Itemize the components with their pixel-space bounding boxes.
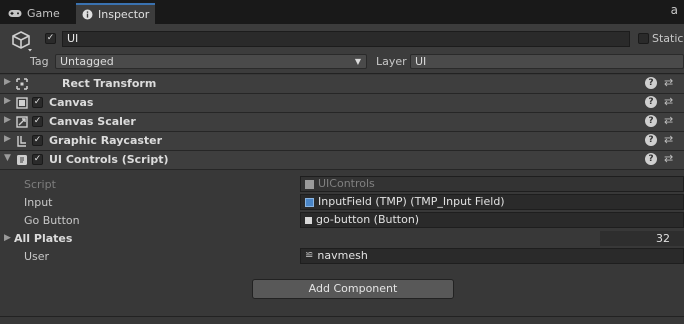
button-component-icon — [305, 216, 312, 224]
help-icon[interactable]: ? — [645, 153, 657, 165]
active-checkbox[interactable]: ✓ — [45, 33, 56, 44]
component-enabled-checkbox[interactable]: ✓ — [32, 135, 43, 146]
add-component-button[interactable]: Add Component — [252, 279, 454, 299]
prop-label-user: User — [24, 250, 50, 263]
layer-dropdown-value: UI — [415, 55, 427, 68]
component-title: UI Controls (Script) — [49, 153, 169, 166]
layer-dropdown[interactable]: UI — [410, 54, 684, 69]
foldout-arrow-icon[interactable]: ▶ — [4, 96, 11, 106]
tag-dropdown[interactable]: Untagged ▼ — [55, 54, 367, 69]
tab-bar: Game Inspector a — [0, 0, 684, 24]
rect-transform-icon — [16, 78, 28, 90]
settings-sliders-icon[interactable]: ⇄ — [664, 152, 673, 165]
component-graphic-raycaster[interactable]: ▶ ✓ Graphic Raycaster ? ⇄ — [0, 132, 684, 151]
input-object-field[interactable]: InputField (TMP) (TMP_Input Field) — [300, 194, 684, 210]
component-enabled-checkbox[interactable]: ✓ — [32, 154, 43, 165]
input-object-field-value: InputField (TMP) (TMP_Input Field) — [318, 195, 505, 208]
prop-label-input: Input — [24, 196, 53, 209]
gameobject-header: ✓ UI Static Tag Untagged ▼ Layer UI — [0, 24, 684, 74]
help-icon[interactable]: ? — [645, 77, 657, 89]
foldout-arrow-icon[interactable]: ▶ — [4, 233, 11, 243]
component-rect-transform[interactable]: ▶ Rect Transform ? ⇄ — [0, 75, 684, 94]
component-title: Rect Transform — [62, 77, 157, 90]
settings-sliders-icon[interactable]: ⇄ — [664, 114, 673, 127]
canvas-icon — [16, 97, 28, 109]
chevron-down-icon: ▼ — [354, 57, 361, 66]
go-button-object-field[interactable]: go-button (Button) — [300, 212, 684, 228]
gamepad-icon — [8, 10, 22, 17]
tab-game-label: Game — [27, 7, 60, 20]
component-enabled-checkbox[interactable]: ✓ — [32, 116, 43, 127]
navmesh-asset-icon: ≌ — [305, 250, 314, 261]
foldout-arrow-icon[interactable]: ▶ — [4, 115, 11, 125]
tab-inspector[interactable]: Inspector — [76, 3, 156, 24]
tag-dropdown-value: Untagged — [60, 55, 114, 68]
name-field[interactable]: UI — [62, 31, 630, 47]
settings-sliders-icon[interactable]: ⇄ — [664, 133, 673, 146]
component-canvas[interactable]: ▶ ✓ Canvas ? ⇄ — [0, 94, 684, 113]
input-field-component-icon — [305, 197, 314, 207]
component-title: Canvas Scaler — [49, 115, 136, 128]
component-title: Canvas — [49, 96, 94, 109]
script-field-value: UIControls — [318, 177, 375, 190]
gameobject-cube-icon — [12, 31, 32, 52]
foldout-arrow-icon[interactable]: ▶ — [4, 77, 11, 87]
tab-inspector-label: Inspector — [98, 8, 150, 21]
component-canvas-scaler[interactable]: ▶ ✓ Canvas Scaler ? ⇄ — [0, 113, 684, 132]
user-object-field-value: navmesh — [317, 249, 368, 262]
component-title: Graphic Raycaster — [49, 134, 163, 147]
script-field: UIControls — [300, 176, 684, 192]
tag-label: Tag — [30, 55, 49, 68]
static-label: Static — [652, 32, 684, 45]
static-checkbox[interactable] — [638, 33, 649, 44]
canvas-scaler-icon — [16, 116, 28, 128]
graphic-raycaster-icon — [17, 136, 26, 147]
go-button-object-field-value: go-button (Button) — [316, 213, 420, 226]
lock-icon[interactable]: a — [671, 3, 678, 17]
help-icon[interactable]: ? — [645, 115, 657, 127]
script-file-icon — [305, 179, 314, 189]
script-icon — [17, 155, 27, 165]
component-ui-controls-script[interactable]: ▼ ✓ UI Controls (Script) ? ⇄ — [0, 151, 684, 170]
component-enabled-checkbox[interactable]: ✓ — [32, 97, 43, 108]
settings-sliders-icon[interactable]: ⇄ — [664, 76, 673, 89]
layer-label: Layer — [376, 55, 407, 68]
foldout-arrow-icon[interactable]: ▶ — [4, 134, 11, 144]
settings-sliders-icon[interactable]: ⇄ — [664, 95, 673, 108]
divider — [0, 316, 684, 317]
prop-label-all-plates[interactable]: All Plates — [14, 232, 72, 245]
help-icon[interactable]: ? — [645, 134, 657, 146]
user-object-field[interactable]: ≌ navmesh — [300, 248, 684, 264]
tab-game[interactable]: Game — [2, 3, 66, 24]
foldout-arrow-down-icon[interactable]: ▼ — [4, 153, 11, 163]
help-icon[interactable]: ? — [645, 96, 657, 108]
prop-label-script: Script — [24, 178, 56, 191]
prop-label-go-button: Go Button — [24, 214, 80, 227]
info-icon — [82, 9, 93, 20]
all-plates-size-field[interactable]: 32 — [600, 231, 684, 246]
